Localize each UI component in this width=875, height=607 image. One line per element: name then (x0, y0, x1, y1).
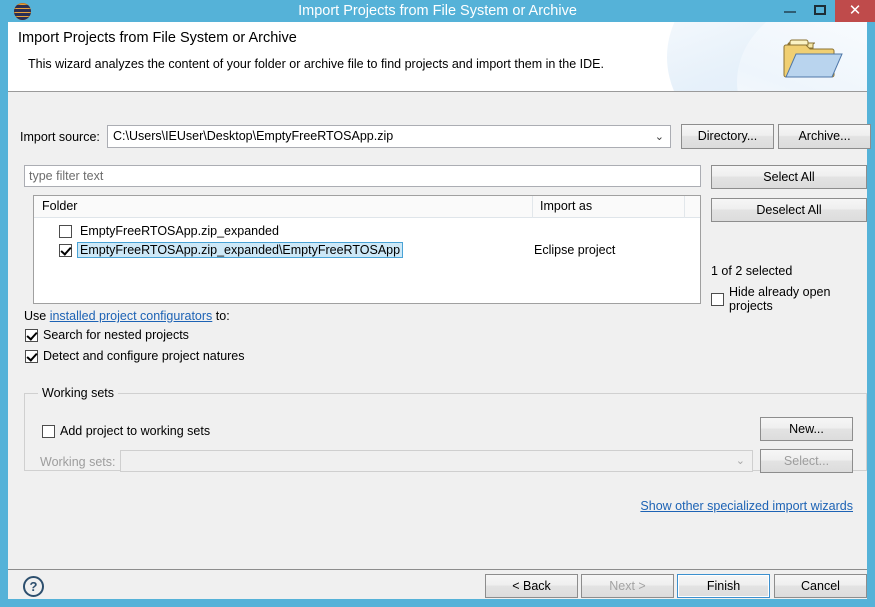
add-to-working-sets-label: Add project to working sets (60, 424, 211, 438)
add-to-working-sets-checkbox[interactable] (42, 424, 55, 438)
back-button[interactable]: < Back (485, 574, 578, 598)
column-header-import-as[interactable]: Import as (540, 199, 592, 213)
installed-project-configurators-link[interactable]: installed project configurators (50, 309, 213, 323)
finish-button[interactable]: Finish (677, 574, 770, 598)
configurators-suffix: to: (212, 309, 230, 323)
import-projects-dialog: Import Projects from File System or Arch… (0, 0, 875, 607)
tree-header: Folder Import as (34, 196, 700, 218)
directory-button[interactable]: Directory... (681, 124, 774, 149)
search-nested-projects-label: Search for nested projects (43, 328, 189, 342)
row-checkbox[interactable] (59, 244, 72, 257)
configurators-prefix: Use (24, 309, 50, 323)
cancel-button[interactable]: Cancel (774, 574, 867, 598)
deselect-all-button[interactable]: Deselect All (711, 198, 867, 222)
hide-open-projects-checkbox[interactable] (711, 292, 724, 306)
archive-button[interactable]: Archive... (778, 124, 871, 149)
import-source-value: C:\Users\IEUser\Desktop\EmptyFreeRTOSApp… (113, 129, 394, 143)
row-import-as: Eclipse project (534, 243, 616, 257)
detect-project-natures-label: Detect and configure project natures (43, 349, 245, 363)
row-checkbox[interactable] (59, 225, 72, 238)
working-sets-combo: ⌄ (120, 450, 753, 472)
import-source-combo[interactable]: C:\Users\IEUser\Desktop\EmptyFreeRTOSApp… (107, 125, 671, 148)
show-other-import-wizards-link[interactable]: Show other specialized import wizards (640, 499, 853, 513)
import-source-label: Import source: (20, 130, 100, 144)
configurators-row: Use installed project configurators to: (24, 309, 230, 323)
next-button: Next > (581, 574, 674, 598)
row-folder-name: EmptyFreeRTOSApp.zip_expanded\EmptyFreeR… (77, 242, 404, 258)
detect-project-natures-checkbox[interactable] (25, 349, 38, 363)
table-row[interactable]: EmptyFreeRTOSApp.zip_expanded (34, 223, 700, 242)
page-title: Import Projects from File System or Arch… (18, 30, 297, 46)
minimize-button[interactable] (775, 0, 805, 22)
close-icon: ✕ (848, 2, 862, 19)
minimize-icon (784, 11, 796, 13)
search-nested-projects-checkbox[interactable] (25, 328, 38, 342)
help-icon[interactable]: ? (23, 576, 44, 597)
chevron-down-icon: ⌄ (735, 455, 745, 467)
add-to-working-sets-row[interactable]: Add project to working sets (42, 424, 210, 438)
dialog-client-area: Import Projects from File System or Arch… (8, 22, 871, 599)
close-button[interactable]: ✕ (835, 0, 875, 22)
working-sets-label: Working sets: (40, 455, 116, 469)
wizard-banner: Import Projects from File System or Arch… (8, 22, 867, 92)
table-row[interactable]: EmptyFreeRTOSApp.zip_expanded\EmptyFreeR… (34, 242, 700, 261)
page-description: This wizard analyzes the content of your… (28, 57, 604, 71)
hide-open-projects-row[interactable]: Hide already open projects (711, 285, 867, 313)
new-working-set-button[interactable]: New... (760, 417, 853, 441)
dialog-content: Import source: C:\Users\IEUser\Desktop\E… (8, 92, 871, 552)
search-input[interactable] (25, 166, 700, 186)
column-header-folder[interactable]: Folder (42, 199, 77, 213)
detect-project-natures-row[interactable]: Detect and configure project natures (25, 349, 245, 363)
working-sets-group-title: Working sets (38, 386, 119, 400)
search-nested-projects-row[interactable]: Search for nested projects (25, 328, 189, 342)
selected-count-label: 1 of 2 selected (711, 264, 793, 278)
hide-open-projects-label: Hide already open projects (729, 285, 831, 313)
projects-tree[interactable]: Folder Import as EmptyFreeRTOSApp.zip_ex… (33, 195, 701, 304)
dialog-footer: ? < Back Next > Finish Cancel (8, 570, 867, 599)
title-bar: Import Projects from File System or Arch… (0, 0, 875, 22)
open-folder-icon (783, 39, 843, 78)
maximize-icon (814, 5, 826, 15)
maximize-button[interactable] (805, 0, 835, 22)
row-folder-name: EmptyFreeRTOSApp.zip_expanded (80, 224, 279, 238)
filter-field[interactable] (24, 165, 701, 187)
window-title: Import Projects from File System or Arch… (298, 3, 577, 19)
chevron-down-icon: ⌄ (654, 131, 664, 143)
select-all-button[interactable]: Select All (711, 165, 867, 189)
select-working-set-button: Select... (760, 449, 853, 473)
